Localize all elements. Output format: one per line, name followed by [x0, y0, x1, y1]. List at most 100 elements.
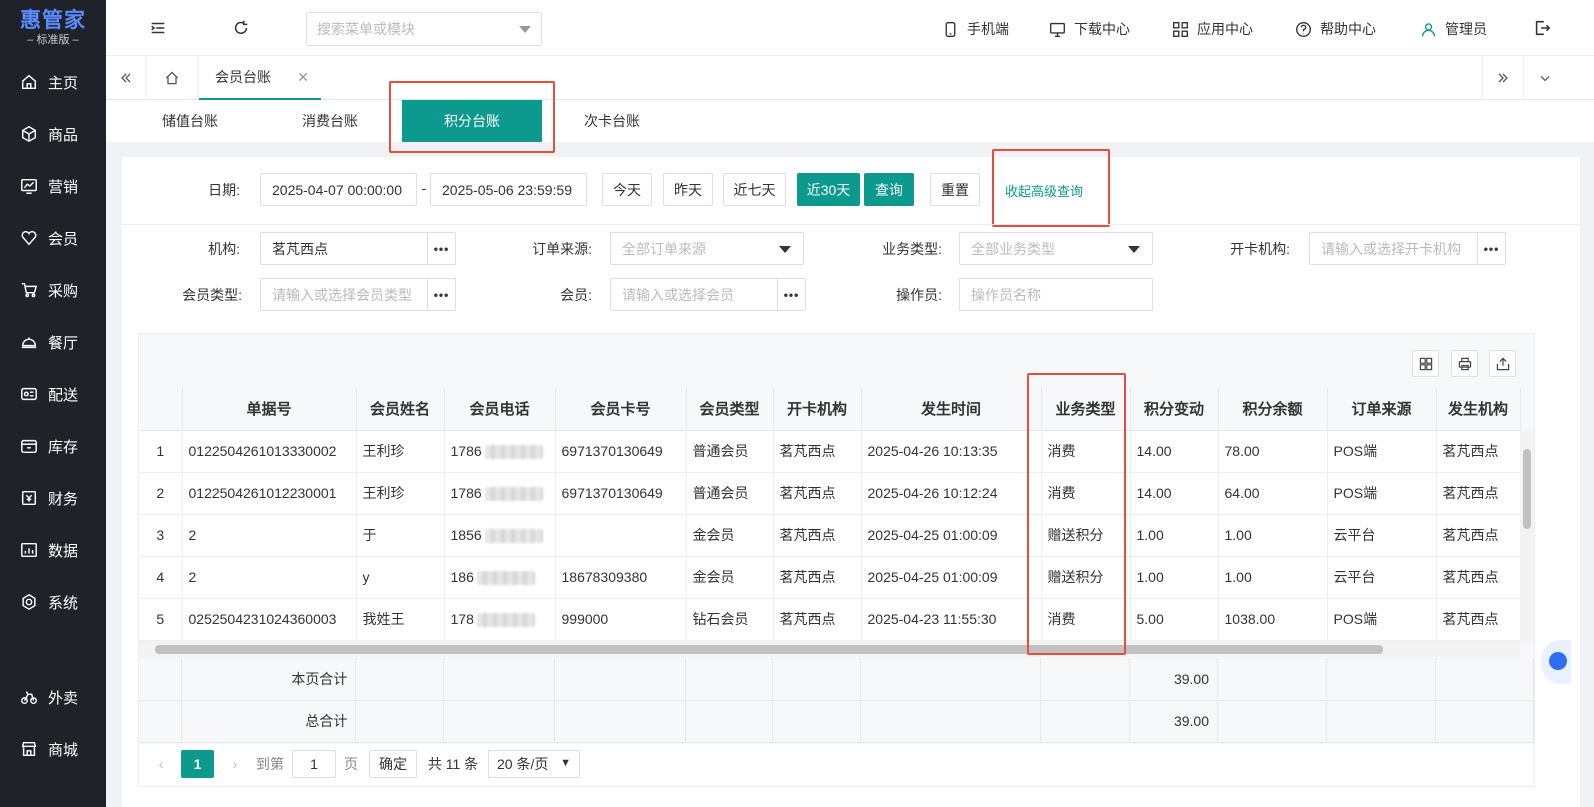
sidebar-item-marketing[interactable]: 营销: [0, 160, 106, 212]
date-end-input[interactable]: [431, 174, 586, 205]
query-button[interactable]: 查询: [864, 173, 914, 206]
col-points-change[interactable]: 积分变动: [1130, 388, 1219, 431]
mobile-link[interactable]: 手机端: [942, 18, 1009, 40]
tabs-scroll-right-icon[interactable]: [1482, 56, 1524, 100]
col-occur-org[interactable]: 发生机构: [1436, 388, 1521, 431]
menu-search-select[interactable]: [306, 12, 542, 46]
last-seven-days-button[interactable]: 近七天: [723, 173, 786, 206]
card-org-input[interactable]: [1310, 233, 1478, 264]
column-settings-icon[interactable]: [1412, 350, 1439, 377]
more-icon[interactable]: •••: [1477, 233, 1505, 264]
table-row[interactable]: 4 2 y 186 18678309380 金会员 茗芃西点 2025-04-2…: [139, 556, 1521, 599]
refresh-icon[interactable]: [231, 18, 251, 38]
member-field[interactable]: •••: [610, 278, 806, 311]
collapse-advanced-query-link[interactable]: 收起高级查询: [1005, 181, 1083, 200]
col-time[interactable]: 发生时间: [861, 388, 1042, 431]
download-center-link[interactable]: 下载中心: [1049, 18, 1130, 40]
tabs-dropdown-icon[interactable]: [1524, 56, 1566, 100]
heart-icon: [20, 229, 38, 247]
card-org-field[interactable]: •••: [1309, 232, 1506, 265]
subtab-times-card[interactable]: 次卡台账: [554, 100, 670, 142]
member-type-input[interactable]: [261, 279, 429, 310]
sidebar-item-member[interactable]: 会员: [0, 212, 106, 264]
sidebar-item-purchase[interactable]: 采购: [0, 264, 106, 316]
operator-input[interactable]: [960, 279, 1152, 310]
subtab-stored-value[interactable]: 储值台账: [132, 100, 248, 142]
table-row[interactable]: 1 0122504261013330002 王利珍 1786 697137013…: [139, 430, 1521, 473]
org-input[interactable]: [261, 233, 429, 264]
tabs-scroll-left-icon[interactable]: [106, 56, 146, 100]
col-points-balance[interactable]: 积分余额: [1218, 388, 1328, 431]
cell-member-type: 金会员: [686, 514, 774, 557]
col-order-source[interactable]: 订单来源: [1327, 388, 1437, 431]
member-type-label: 会员类型:: [182, 287, 242, 303]
sidebar-item-system[interactable]: 系统: [0, 576, 106, 628]
cell-points-balance: 1038.00: [1218, 598, 1328, 641]
sidebar-item-home[interactable]: 主页: [0, 56, 106, 108]
page-1-button[interactable]: 1: [181, 750, 214, 778]
next-page-icon[interactable]: ›: [225, 750, 245, 778]
member-type-field[interactable]: •••: [260, 278, 456, 311]
scroll-thumb[interactable]: [1523, 449, 1531, 529]
col-member-type[interactable]: 会员类型: [686, 388, 774, 431]
last-thirty-days-button[interactable]: 近30天: [797, 173, 860, 206]
date-start-field[interactable]: [260, 173, 417, 206]
col-card-org[interactable]: 开卡机构: [773, 388, 862, 431]
sidebar-item-delivery[interactable]: 配送: [0, 368, 106, 420]
home-tab-icon[interactable]: [146, 56, 199, 100]
goto-confirm-button[interactable]: 确定: [369, 750, 417, 778]
sidebar-item-takeout[interactable]: 外卖: [0, 671, 106, 723]
sidebar-item-data[interactable]: 数据: [0, 524, 106, 576]
menu-collapse-icon[interactable]: [148, 18, 168, 38]
subtab-consumption[interactable]: 消费台账: [272, 100, 388, 142]
sidebar-item-goods[interactable]: 商品: [0, 108, 106, 160]
reset-button[interactable]: 重置: [930, 173, 980, 206]
more-icon[interactable]: •••: [777, 279, 805, 310]
col-document-no[interactable]: 单据号: [182, 388, 357, 431]
table-row[interactable]: 3 2 于 1856 金会员 茗芃西点 2025-04-25 01:00:09 …: [139, 514, 1521, 557]
yesterday-button[interactable]: 昨天: [663, 173, 713, 206]
horizontal-scrollbar[interactable]: [139, 641, 1520, 657]
tab-member-ledger[interactable]: 会员台账 ✕: [199, 56, 321, 100]
page-size-select[interactable]: 20 条/页 ▼: [488, 750, 580, 778]
today-button[interactable]: 今天: [602, 173, 652, 206]
cell-member-card: [555, 514, 687, 557]
business-type-input[interactable]: [960, 233, 1120, 264]
col-member-phone[interactable]: 会员电话: [444, 388, 556, 431]
export-icon[interactable]: [1489, 350, 1516, 377]
menu-search-input[interactable]: [307, 13, 507, 45]
table-row[interactable]: 5 0252504231024360003 我姓王 178 999000 钻石会…: [139, 598, 1521, 641]
user-menu[interactable]: 管理员: [1420, 18, 1487, 40]
date-start-input[interactable]: [261, 174, 416, 205]
more-icon[interactable]: •••: [427, 233, 455, 264]
more-icon[interactable]: •••: [427, 279, 455, 310]
order-source-input[interactable]: [611, 233, 771, 264]
operator-field[interactable]: [959, 278, 1153, 311]
sidebar-item-finance[interactable]: 财务: [0, 472, 106, 524]
subtab-points[interactable]: 积分台账: [402, 100, 542, 142]
col-business-type[interactable]: 业务类型: [1041, 388, 1131, 431]
date-end-field[interactable]: [430, 173, 587, 206]
business-type-select[interactable]: [959, 232, 1153, 265]
app-center-link[interactable]: 应用中心: [1172, 18, 1253, 40]
help-center-link[interactable]: 帮助中心: [1295, 18, 1376, 40]
sidebar-item-mall[interactable]: 商城: [0, 723, 106, 775]
col-member-card[interactable]: 会员卡号: [555, 388, 687, 431]
prev-page-icon[interactable]: ‹: [151, 750, 171, 778]
member-input[interactable]: [611, 279, 779, 310]
org-field[interactable]: •••: [260, 232, 456, 265]
vertical-scrollbar[interactable]: [1520, 431, 1534, 641]
scroll-thumb[interactable]: [155, 645, 1383, 654]
print-icon[interactable]: [1451, 350, 1478, 377]
business-type-label: 业务类型:: [882, 241, 942, 257]
assistant-bubble[interactable]: [1541, 640, 1571, 684]
goto-page-input[interactable]: 1: [292, 750, 336, 778]
sidebar-item-inventory[interactable]: 库存: [0, 420, 106, 472]
table-row[interactable]: 2 0122504261012230001 王利珍 1786 697137013…: [139, 472, 1521, 515]
order-source-select[interactable]: [610, 232, 804, 265]
logout-icon[interactable]: [1532, 18, 1552, 38]
col-member-name[interactable]: 会员姓名: [356, 388, 445, 431]
ledger-table: 单据号 会员姓名 会员电话 会员卡号 会员类型 开卡机构 发生时间 业务类型 积…: [139, 388, 1521, 641]
close-icon[interactable]: ✕: [297, 69, 309, 86]
sidebar-item-restaurant[interactable]: 餐厅: [0, 316, 106, 368]
